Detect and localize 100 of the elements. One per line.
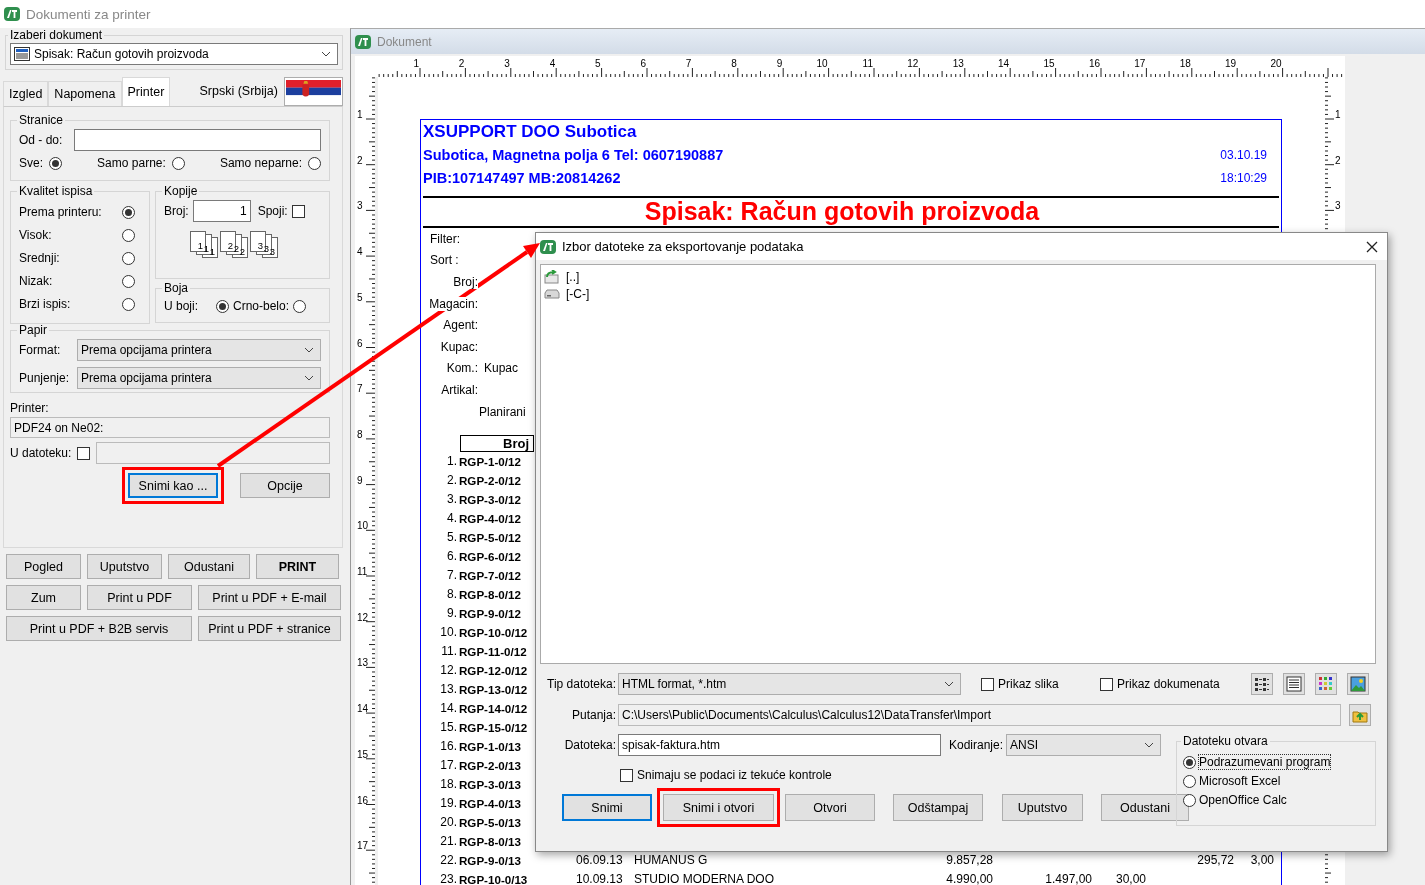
table-cell: 9.857,28 (946, 853, 993, 868)
button[interactable]: Print u PDF + E-mail (198, 585, 341, 610)
ruler-number: 13 (357, 657, 369, 669)
button[interactable]: Odštampaj (893, 794, 983, 821)
chevron-icon (944, 681, 954, 687)
button[interactable]: Uputstvo (1002, 794, 1083, 821)
chevron-icon (304, 347, 314, 353)
image-view-button[interactable] (1347, 673, 1369, 695)
checkbox[interactable] (77, 446, 91, 460)
row-number: 23. (440, 872, 458, 885)
report-icon (14, 47, 30, 61)
button[interactable]: PRINT (256, 554, 339, 579)
radio-button[interactable] (122, 274, 135, 288)
row-number: 4. (447, 511, 458, 526)
group-title: Datoteku otvara (1182, 734, 1269, 748)
row-number: 13. (440, 682, 458, 697)
ruler-number: 6 (640, 58, 646, 69)
ruler-number: 15 (357, 748, 369, 760)
button[interactable]: Print u PDF + stranice (198, 616, 341, 641)
ruler-number: 20 (1270, 58, 1282, 69)
ruler-number: 13 (952, 58, 964, 69)
tab[interactable]: Izgled (3, 81, 49, 106)
row-number: 17. (440, 758, 458, 773)
ruler-number: 10 (357, 520, 369, 532)
button[interactable]: Pogled (6, 554, 81, 579)
button[interactable]: Uputstvo (87, 554, 162, 579)
filter-label: Agent: (443, 318, 478, 333)
ruler-number: 1 (1335, 109, 1341, 120)
path-field[interactable]: C:\Users\Public\Documents\Calculus\Calculus12\DataTransfer\Import (618, 704, 1341, 726)
list-item[interactable]: [-C-] (566, 286, 590, 301)
button[interactable]: Snimi kao ... (128, 473, 218, 498)
small-icons-button[interactable] (1251, 673, 1273, 695)
button[interactable]: Print u PDF (87, 585, 192, 610)
table-cell: RGP-13-0/12 (459, 682, 528, 696)
ruler-number: 6 (357, 337, 363, 349)
ruler-number: 16 (357, 794, 369, 806)
input-field[interactable]: 1 (192, 200, 251, 222)
checkbox[interactable] (1100, 677, 1113, 691)
row-number: 8. (447, 587, 458, 602)
row-number: 7. (447, 568, 458, 583)
button[interactable]: Snimi (562, 794, 652, 821)
field-label: Spoji: (257, 204, 288, 218)
ruler-number: 19 (1225, 58, 1237, 69)
checkbox[interactable] (620, 768, 633, 782)
row-number: 18. (440, 777, 458, 792)
table-cell: RGP-11-0/12 (459, 644, 527, 658)
folder-button[interactable] (1349, 704, 1371, 726)
report-note: Planirani (479, 404, 526, 419)
checkbox[interactable] (981, 677, 994, 691)
file-type-dropdown[interactable]: HTML format, *.htm (618, 673, 961, 695)
input-field[interactable] (96, 442, 330, 464)
option-label: Samo neparne: (219, 156, 302, 170)
page-number: 1 (209, 246, 215, 257)
radio-button[interactable] (308, 156, 321, 170)
dropdown[interactable]: Prema opcijama printera (77, 339, 321, 361)
radio-button[interactable] (122, 228, 135, 242)
button[interactable]: Odustani (168, 554, 250, 579)
button[interactable]: Zum (6, 585, 81, 610)
radio-button[interactable] (49, 156, 62, 170)
row-number: 16. (440, 739, 458, 754)
filter-label: Magacin: (429, 296, 478, 311)
button[interactable]: Odustani (1101, 794, 1189, 821)
button[interactable]: Print u PDF + B2B servis (6, 616, 192, 641)
checkbox[interactable] (291, 204, 305, 218)
tab[interactable]: Napomena (48, 81, 122, 106)
file-name-field[interactable]: spisak-faktura.htm (618, 734, 941, 756)
close-icon (1366, 240, 1378, 253)
radio-button[interactable] (1183, 774, 1196, 788)
table-cell: HUMANUS G (634, 853, 708, 868)
tab[interactable]: Printer (121, 77, 171, 106)
row-number: 9. (447, 606, 458, 621)
radio-button[interactable] (293, 299, 307, 313)
details-view-button[interactable] (1283, 673, 1305, 695)
radio-button[interactable] (171, 156, 185, 170)
page-number: 3 (263, 243, 269, 254)
radio-button[interactable] (1183, 793, 1196, 807)
checkbox-label: Snimaju se podaci iz tekuće kontrole (637, 768, 832, 782)
radio-button[interactable] (122, 251, 135, 265)
ruler-number: 15 (1043, 58, 1055, 69)
thumbnail-view-button[interactable] (1315, 673, 1337, 695)
radio-button[interactable] (1183, 755, 1196, 769)
language-button[interactable] (284, 77, 343, 106)
page-number: 1 (203, 243, 209, 254)
dropdown[interactable]: Prema opcijama printera (77, 367, 321, 389)
button[interactable]: Opcije (240, 473, 330, 498)
page-number: 3 (257, 240, 263, 251)
radio-button[interactable] (122, 205, 135, 219)
encoding-dropdown[interactable]: ANSI (1006, 734, 1162, 756)
radio-button[interactable] (216, 299, 229, 313)
radio-button[interactable] (122, 297, 135, 311)
company-ids: PIB:107147497 MB:20814262 (423, 169, 621, 186)
input-field[interactable] (74, 129, 321, 151)
window-title: Dokumenti za printer (26, 6, 151, 22)
button[interactable]: Otvori (785, 794, 875, 821)
table-cell: RGP-12-0/12 (459, 663, 528, 677)
chevron-icon (321, 51, 331, 57)
button[interactable]: Snimi i otvori (663, 794, 774, 821)
document-select[interactable]: Spisak: Račun gotovih proizvoda (10, 43, 338, 65)
list-item[interactable]: [..] (566, 269, 580, 284)
group-title: Boja (163, 281, 190, 295)
